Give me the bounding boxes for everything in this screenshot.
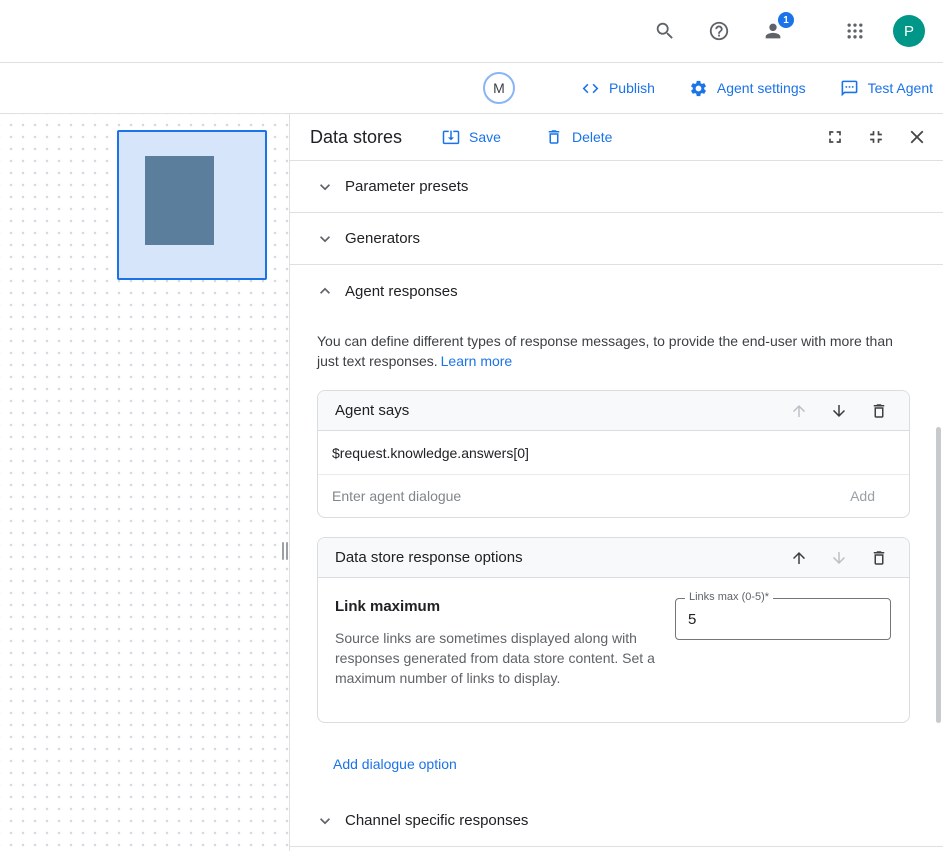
panel-resize-handle[interactable] (282, 542, 288, 560)
delete-card-icon[interactable] (867, 546, 891, 570)
links-max-input[interactable] (675, 598, 891, 640)
section-channel-specific-responses[interactable]: Channel specific responses (290, 795, 943, 847)
link-maximum-description: Source links are sometimes displayed alo… (335, 628, 665, 688)
section-label: Generators (345, 230, 420, 247)
save-icon (442, 128, 460, 146)
section-label: Parameter presets (345, 178, 468, 195)
flow-node-preview (145, 156, 214, 245)
close-icon[interactable] (905, 125, 929, 149)
data-stores-panel: Data stores Save Delete (290, 114, 943, 851)
move-up-icon (787, 399, 811, 423)
version-avatar[interactable]: M (483, 72, 515, 104)
section-generators[interactable]: Generators (290, 213, 943, 265)
flow-node-selected[interactable] (117, 130, 267, 280)
topbar-actions: 1 P (651, 15, 925, 47)
notifications-person-icon[interactable]: 1 (759, 17, 787, 45)
section-label: Channel specific responses (345, 812, 528, 829)
links-max-label: Links max (0-5)* (685, 591, 773, 603)
panel-header-icons (823, 125, 929, 149)
link-maximum-text: Link maximum Source links are sometimes … (335, 598, 665, 688)
notification-badge: 1 (778, 12, 794, 28)
add-button[interactable]: Add (850, 488, 875, 504)
learn-more-link[interactable]: Learn more (441, 353, 513, 369)
card-title: Data store response options (335, 549, 523, 566)
card-actions (787, 399, 891, 423)
chevron-up-icon (315, 281, 335, 301)
flow-canvas[interactable] (0, 114, 290, 851)
move-down-icon[interactable] (827, 399, 851, 423)
exit-fullscreen-icon[interactable] (864, 125, 888, 149)
chat-icon (840, 79, 859, 98)
agent-dialogue-input-row: Add (318, 475, 909, 517)
panel-scrollbar[interactable] (936, 427, 941, 723)
section-parameter-presets[interactable]: Parameter presets (290, 161, 943, 213)
link-maximum-heading: Link maximum (335, 598, 665, 615)
agent-settings-button[interactable]: Agent settings (689, 79, 806, 98)
code-icon (581, 79, 600, 98)
panel-body: Parameter presets Generators Agent respo… (290, 161, 943, 847)
chevron-down-icon (315, 811, 335, 831)
gear-icon (689, 79, 708, 98)
app-root: 1 P M Publish Agent settings Test Agent (0, 0, 943, 851)
data-store-options-header: Data store response options (318, 538, 909, 578)
add-dialogue-option-button[interactable]: Add dialogue option (333, 756, 457, 772)
link-maximum-section: Link maximum Source links are sometimes … (318, 578, 909, 722)
fullscreen-icon[interactable] (823, 125, 847, 149)
apps-grid-icon[interactable] (841, 17, 869, 45)
move-down-icon (827, 546, 851, 570)
agent-responses-description: You can define different types of respon… (317, 331, 902, 371)
main-area: Data stores Save Delete (0, 114, 943, 851)
agent-dialogue-input[interactable] (332, 488, 838, 504)
topbar: 1 P (0, 0, 943, 63)
test-agent-button[interactable]: Test Agent (840, 79, 933, 98)
agent-toolbar-actions: Publish Agent settings Test Agent (581, 63, 933, 113)
card-actions (787, 546, 891, 570)
agent-dialogue-value[interactable]: $request.knowledge.answers[0] (318, 431, 909, 475)
panel-title: Data stores (310, 127, 402, 148)
section-label: Agent responses (345, 283, 458, 300)
panel-header: Data stores Save Delete (290, 114, 943, 161)
data-store-options-card: Data store response options (317, 537, 910, 723)
chevron-down-icon (315, 229, 335, 249)
save-button[interactable]: Save (442, 128, 501, 146)
agent-says-card: Agent says $ (317, 390, 910, 518)
publish-label: Publish (609, 80, 655, 96)
section-agent-responses[interactable]: Agent responses (290, 265, 943, 317)
trash-icon (545, 128, 563, 146)
delete-button[interactable]: Delete (545, 128, 612, 146)
agent-toolbar: M Publish Agent settings Test Agent (0, 63, 943, 114)
search-icon[interactable] (651, 17, 679, 45)
save-label: Save (469, 129, 501, 145)
user-avatar[interactable]: P (893, 15, 925, 47)
chevron-down-icon (315, 177, 335, 197)
card-title: Agent says (335, 402, 409, 419)
links-max-field: Links max (0-5)* (675, 598, 891, 640)
help-icon[interactable] (705, 17, 733, 45)
agent-says-header: Agent says (318, 391, 909, 431)
test-agent-label: Test Agent (868, 80, 933, 96)
delete-label: Delete (572, 129, 612, 145)
delete-card-icon[interactable] (867, 399, 891, 423)
move-up-icon[interactable] (787, 546, 811, 570)
agent-settings-label: Agent settings (717, 80, 806, 96)
publish-button[interactable]: Publish (581, 79, 655, 98)
